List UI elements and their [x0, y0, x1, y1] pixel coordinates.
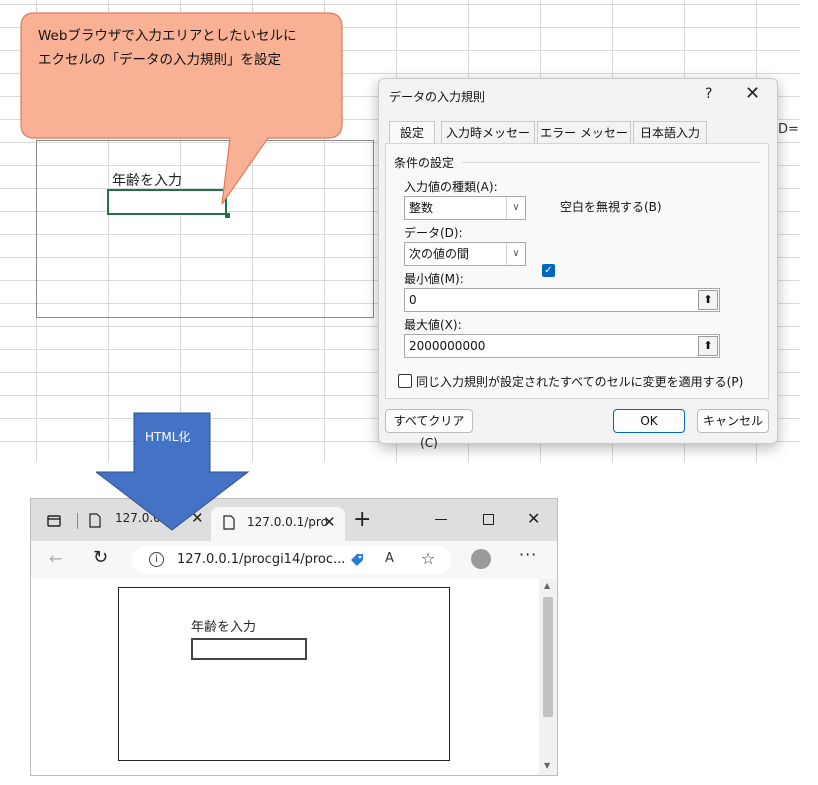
page-content: 年齢を入力: [31, 579, 539, 775]
cut-off-formula-text: D=': [778, 122, 800, 137]
tab-japanese-input[interactable]: 日本語入力: [633, 121, 707, 143]
data-dropdown[interactable]: 次の値の間 ∨: [404, 242, 526, 266]
info-icon[interactable]: i: [149, 552, 164, 567]
allow-value: 整数: [409, 201, 434, 215]
ok-button[interactable]: OK: [613, 409, 685, 433]
data-label: データ(D):: [404, 226, 463, 240]
new-tab-icon[interactable]: +: [353, 507, 371, 532]
max-value-input[interactable]: 2000000000 ⬆: [404, 334, 720, 358]
close-button[interactable]: ✕: [745, 83, 760, 104]
min-value-input[interactable]: 0 ⬆: [404, 288, 720, 312]
scroll-down-icon[interactable]: ▼: [544, 761, 550, 770]
min-value: 0: [409, 293, 417, 307]
coupon-tag-icon[interactable]: [349, 552, 365, 568]
range-select-icon[interactable]: ⬆: [698, 290, 718, 310]
cancel-button[interactable]: キャンセル: [697, 409, 769, 433]
group-title: 条件の設定: [394, 156, 455, 170]
close-window-icon[interactable]: ✕: [527, 509, 540, 528]
allow-label: 入力値の種類(A):: [404, 180, 498, 194]
tab-error-message[interactable]: エラー メッセージ: [537, 121, 631, 162]
apply-all-label: 同じ入力規則が設定されたすべてのセルに変更を適用する(P): [416, 375, 744, 389]
age-input[interactable]: [191, 638, 307, 660]
maximize-icon[interactable]: [483, 514, 494, 525]
data-validation-dialog: データの入力規則 ? ✕ 設定 入力時メッセージ エラー メッセージ 日本語入力…: [378, 78, 778, 450]
min-label: 最小値(M):: [404, 272, 464, 286]
arrow-label: HTML化: [145, 430, 191, 444]
range-select-icon[interactable]: ⬆: [698, 336, 718, 356]
chevron-down-icon: ∨: [506, 243, 525, 265]
page-label: 年齢を入力: [191, 620, 257, 635]
group-divider: [462, 162, 760, 163]
allow-dropdown[interactable]: 整数 ∨: [404, 196, 526, 220]
browser-toolbar: ← ↻ i 127.0.0.1/procgi14/proc... A ☆ ···: [31, 541, 557, 580]
address-text: 127.0.0.1/procgi14/proc...: [177, 552, 346, 567]
tab-input-message[interactable]: 入力時メッセージ: [441, 121, 535, 162]
callout-line-2: エクセルの「データの入力規則」を設定: [38, 52, 281, 68]
browser-window: 127.0.0.1/p ✕ 127.0.0.1/pro ✕ + ✕ ← ↻ i …: [30, 498, 558, 776]
ignore-blank-label: 空白を無視する(B): [560, 200, 662, 214]
page-table-border: 年齢を入力: [118, 587, 450, 761]
callout-line-1: Webブラウザで入力エリアとしたいセルに: [38, 28, 297, 44]
profile-avatar[interactable]: [471, 549, 491, 569]
more-options-icon[interactable]: ···: [519, 545, 537, 564]
favorite-icon[interactable]: ☆: [421, 549, 435, 568]
clear-all-button[interactable]: すべてクリア(C): [385, 409, 473, 450]
dialog-title: データの入力規則: [389, 90, 486, 104]
max-label: 最大値(X):: [404, 318, 462, 332]
scroll-up-icon[interactable]: ▲: [544, 581, 550, 590]
browser-tab-2-title: 127.0.0.1/pro: [247, 515, 328, 529]
settings-panel: 条件の設定 入力値の種類(A): 整数 ∨ ✓ 空白を無視する(B) データ(D…: [385, 143, 769, 399]
tab-actions-icon[interactable]: [47, 515, 61, 527]
max-value: 2000000000: [409, 339, 486, 353]
chevron-down-icon: ∨: [506, 197, 525, 219]
scroll-thumb[interactable]: [543, 597, 553, 717]
close-icon[interactable]: ✕: [323, 513, 336, 531]
back-icon[interactable]: ←: [49, 549, 62, 568]
callout-text: Webブラウザで入力エリアとしたいセルに エクセルの「データの入力規則」を設定: [38, 24, 338, 72]
vertical-scrollbar[interactable]: ▲ ▼: [539, 579, 557, 775]
help-button[interactable]: ?: [705, 86, 712, 102]
data-value: 次の値の間: [409, 247, 470, 261]
tab-settings[interactable]: 設定: [389, 121, 435, 144]
apply-all-checkbox[interactable]: [398, 374, 412, 388]
address-bar[interactable]: i 127.0.0.1/procgi14/proc... A ☆: [131, 546, 451, 574]
read-aloud-icon[interactable]: A: [385, 551, 394, 566]
tab-divider: [77, 513, 78, 529]
reload-icon[interactable]: ↻: [93, 547, 108, 568]
fill-handle[interactable]: [225, 213, 230, 218]
ignore-blank-checkbox[interactable]: ✓: [542, 264, 555, 277]
minimize-icon[interactable]: [435, 519, 447, 520]
